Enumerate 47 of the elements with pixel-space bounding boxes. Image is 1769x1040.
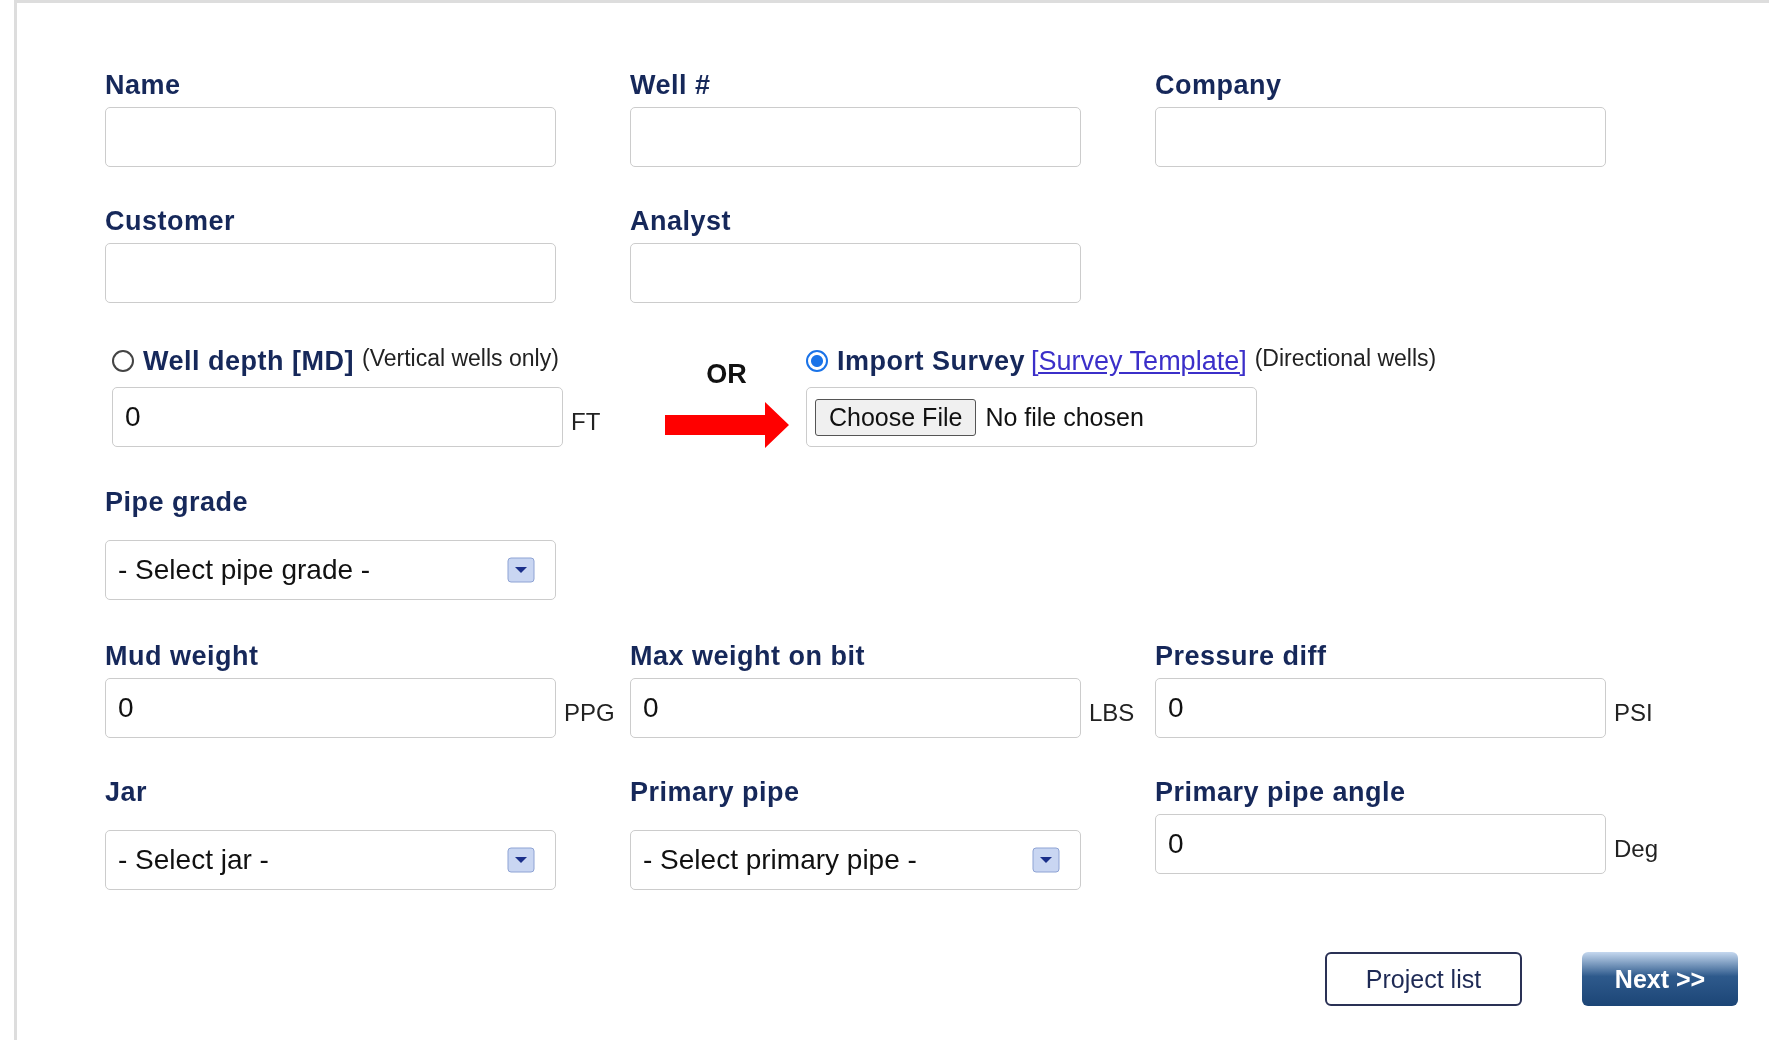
dropdown-field[interactable]: - Select pipe grade - — [105, 540, 556, 600]
option-note: (Directional wells) — [1254, 344, 1437, 372]
arrow-icon — [664, 402, 789, 448]
input-field[interactable]: 0 — [112, 387, 563, 447]
field-label: Primary pipe angle — [1155, 776, 1407, 808]
input-field[interactable] — [1155, 107, 1606, 167]
field-label: Mud weight — [105, 640, 260, 672]
field-label: Analyst — [630, 205, 733, 237]
unit-label: PPG — [564, 699, 615, 727]
dropdown-icon[interactable] — [1032, 847, 1060, 873]
next-button[interactable]: Next >> — [1582, 952, 1738, 1006]
field-label: Well # — [630, 69, 712, 101]
input-field[interactable] — [630, 107, 1081, 167]
choose-file-button[interactable]: Choose File — [815, 398, 977, 436]
option-note: (Vertical wells only) — [362, 344, 559, 372]
unit-label: FT — [571, 408, 601, 436]
file-status: No file chosen — [985, 402, 1144, 432]
input-field[interactable]: 0 — [630, 678, 1081, 738]
or-label: OR — [706, 359, 747, 390]
option-label: Import Survey — [837, 345, 1026, 377]
dropdown-field[interactable]: - Select primary pipe - — [630, 830, 1081, 890]
dropdown-icon[interactable] — [507, 557, 535, 583]
radio-button[interactable] — [806, 350, 828, 372]
field-label: Pipe grade — [105, 486, 250, 518]
unit-label: Deg — [1614, 835, 1659, 863]
option-label: Well depth [MD] — [143, 345, 354, 377]
input-field[interactable] — [105, 107, 556, 167]
input-field[interactable] — [105, 243, 556, 303]
input-field[interactable] — [630, 243, 1081, 303]
field-label: Jar — [105, 776, 149, 808]
project-list-button[interactable]: Project list — [1325, 952, 1522, 1006]
input-field[interactable]: 0 — [105, 678, 556, 738]
radio-button[interactable] — [112, 350, 134, 372]
field-label: Name — [105, 69, 182, 101]
template-link[interactable]: [Survey Template] — [1031, 345, 1247, 377]
field-label: Pressure diff — [1155, 640, 1328, 672]
input-field[interactable]: 0 — [1155, 814, 1606, 874]
dropdown-icon[interactable] — [507, 847, 535, 873]
field-label: Max weight on bit — [630, 640, 866, 672]
field-label: Company — [1155, 69, 1283, 101]
file-field[interactable]: Choose File No file chosen — [806, 387, 1257, 447]
field-label: Customer — [105, 205, 237, 237]
unit-label: LBS — [1089, 699, 1135, 727]
input-field[interactable]: 0 — [1155, 678, 1606, 738]
dropdown-field[interactable]: - Select jar - — [105, 830, 556, 890]
unit-label: PSI — [1614, 699, 1653, 727]
field-label: Primary pipe — [630, 776, 801, 808]
